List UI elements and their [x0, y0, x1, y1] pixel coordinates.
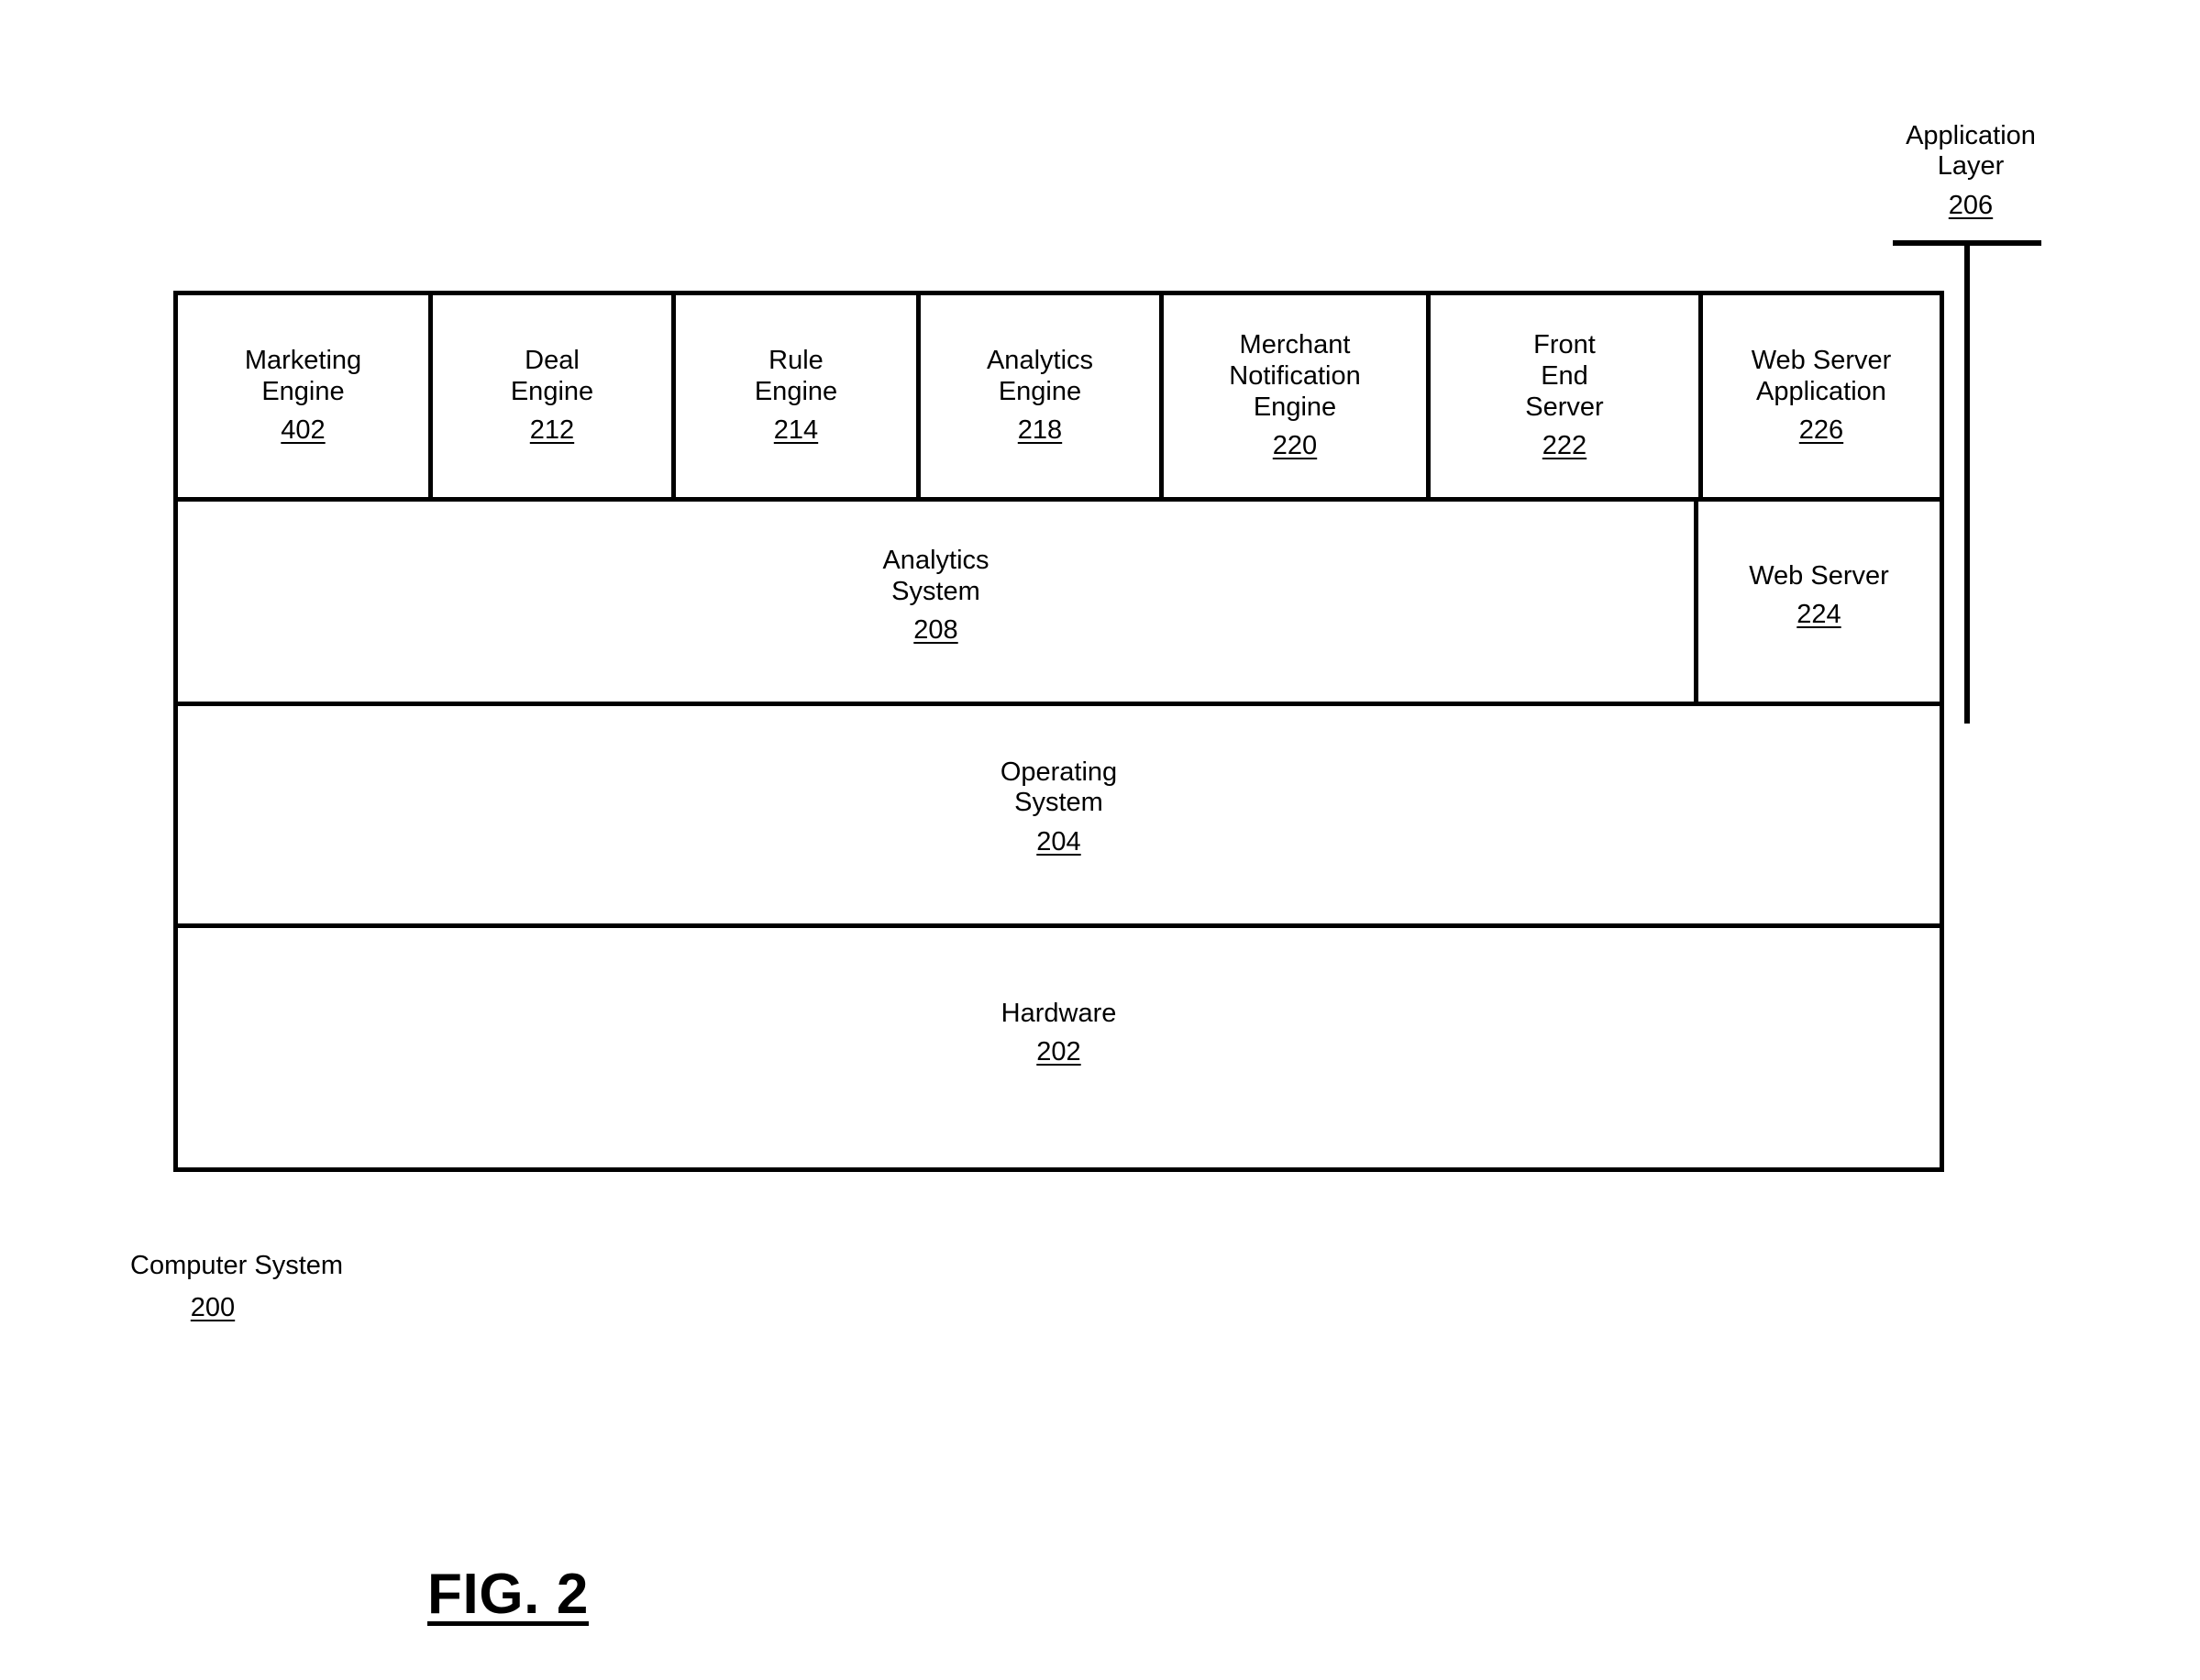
block-marketing-engine-name: Marketing Engine: [244, 346, 362, 406]
application-layer-ref: 206: [1948, 190, 1994, 220]
block-web-server-text: Web Server 224: [1749, 530, 1889, 661]
block-front-end-server-name: Front End Server: [1525, 330, 1604, 422]
block-analytics-system[interactable]: Analytics System 208: [178, 502, 1698, 702]
block-deal-engine[interactable]: Deal Engine 212: [433, 295, 676, 497]
block-web-server[interactable]: Web Server 224: [1698, 502, 1940, 702]
block-web-server-application-ref: 226: [1798, 415, 1844, 446]
block-rule-engine-text: Rule Engine 214: [755, 315, 837, 478]
block-operating-system[interactable]: Operating System 204: [178, 702, 1940, 923]
block-analytics-system-name: Analytics System: [882, 546, 989, 606]
block-hardware-text: Hardware 202: [1001, 967, 1117, 1099]
analytics-row: Analytics System 208 Web Server 224: [178, 497, 1940, 702]
block-analytics-system-ref: 208: [913, 615, 958, 646]
block-marketing-engine-text: Marketing Engine 402: [245, 315, 361, 478]
figure-caption: FIG. 2: [427, 1563, 589, 1626]
block-analytics-engine[interactable]: Analytics Engine 218: [921, 295, 1164, 497]
block-analytics-engine-text: Analytics Engine 218: [987, 315, 1093, 478]
computer-system-stack: Marketing Engine 402 Deal Engine 212 Rul…: [173, 291, 1944, 1172]
block-merchant-notification-engine-text: Merchant Notification Engine 220: [1229, 300, 1360, 492]
block-merchant-notification-engine-name: Merchant Notification Engine: [1229, 330, 1361, 422]
block-operating-system-name: Operating System: [1000, 757, 1118, 818]
block-front-end-server-ref: 222: [1542, 430, 1587, 460]
block-merchant-notification-engine[interactable]: Merchant Notification Engine 220: [1164, 295, 1431, 497]
block-hardware[interactable]: Hardware 202: [178, 923, 1940, 1172]
block-web-server-application-name: Web Server Application: [1751, 346, 1892, 406]
block-web-server-application-text: Web Server Application 226: [1752, 315, 1892, 478]
engine-row: Marketing Engine 402 Deal Engine 212 Rul…: [178, 295, 1940, 497]
block-web-server-ref: 224: [1796, 600, 1841, 630]
patent-figure-page: Application Layer 206 Marketing Engine 4…: [0, 0, 2200, 1680]
block-marketing-engine-ref: 402: [281, 415, 326, 446]
block-web-server-name: Web Server: [1749, 561, 1889, 591]
computer-system-name: Computer System: [130, 1250, 344, 1280]
application-layer-name: Application Layer: [1906, 120, 2036, 182]
block-rule-engine[interactable]: Rule Engine 214: [676, 295, 921, 497]
block-marketing-engine[interactable]: Marketing Engine 402: [178, 295, 433, 497]
block-analytics-engine-name: Analytics Engine: [986, 346, 1094, 406]
block-operating-system-ref: 204: [1036, 826, 1081, 857]
application-layer-bracket-stem: [1964, 240, 1970, 724]
block-analytics-system-text: Analytics System 208: [882, 515, 989, 678]
block-merchant-notification-engine-ref: 220: [1272, 430, 1318, 460]
block-front-end-server-text: Front End Server 222: [1525, 300, 1603, 492]
block-rule-engine-name: Rule Engine: [754, 346, 838, 406]
block-deal-engine-text: Deal Engine 212: [511, 315, 593, 478]
block-hardware-ref: 202: [1036, 1037, 1081, 1067]
computer-system-label: Computer System 200: [130, 1220, 424, 1355]
computer-system-ref: 200: [190, 1293, 236, 1323]
block-web-server-application[interactable]: Web Server Application 226: [1703, 295, 1940, 497]
block-front-end-server[interactable]: Front End Server 222: [1431, 295, 1703, 497]
block-operating-system-text: Operating System 204: [1001, 726, 1117, 889]
application-layer-label: Application Layer 206: [1856, 90, 2085, 252]
block-deal-engine-ref: 212: [529, 415, 575, 446]
block-deal-engine-name: Deal Engine: [510, 346, 594, 406]
block-analytics-engine-ref: 218: [1017, 415, 1063, 446]
block-hardware-name: Hardware: [1001, 999, 1117, 1029]
block-rule-engine-ref: 214: [773, 415, 819, 446]
